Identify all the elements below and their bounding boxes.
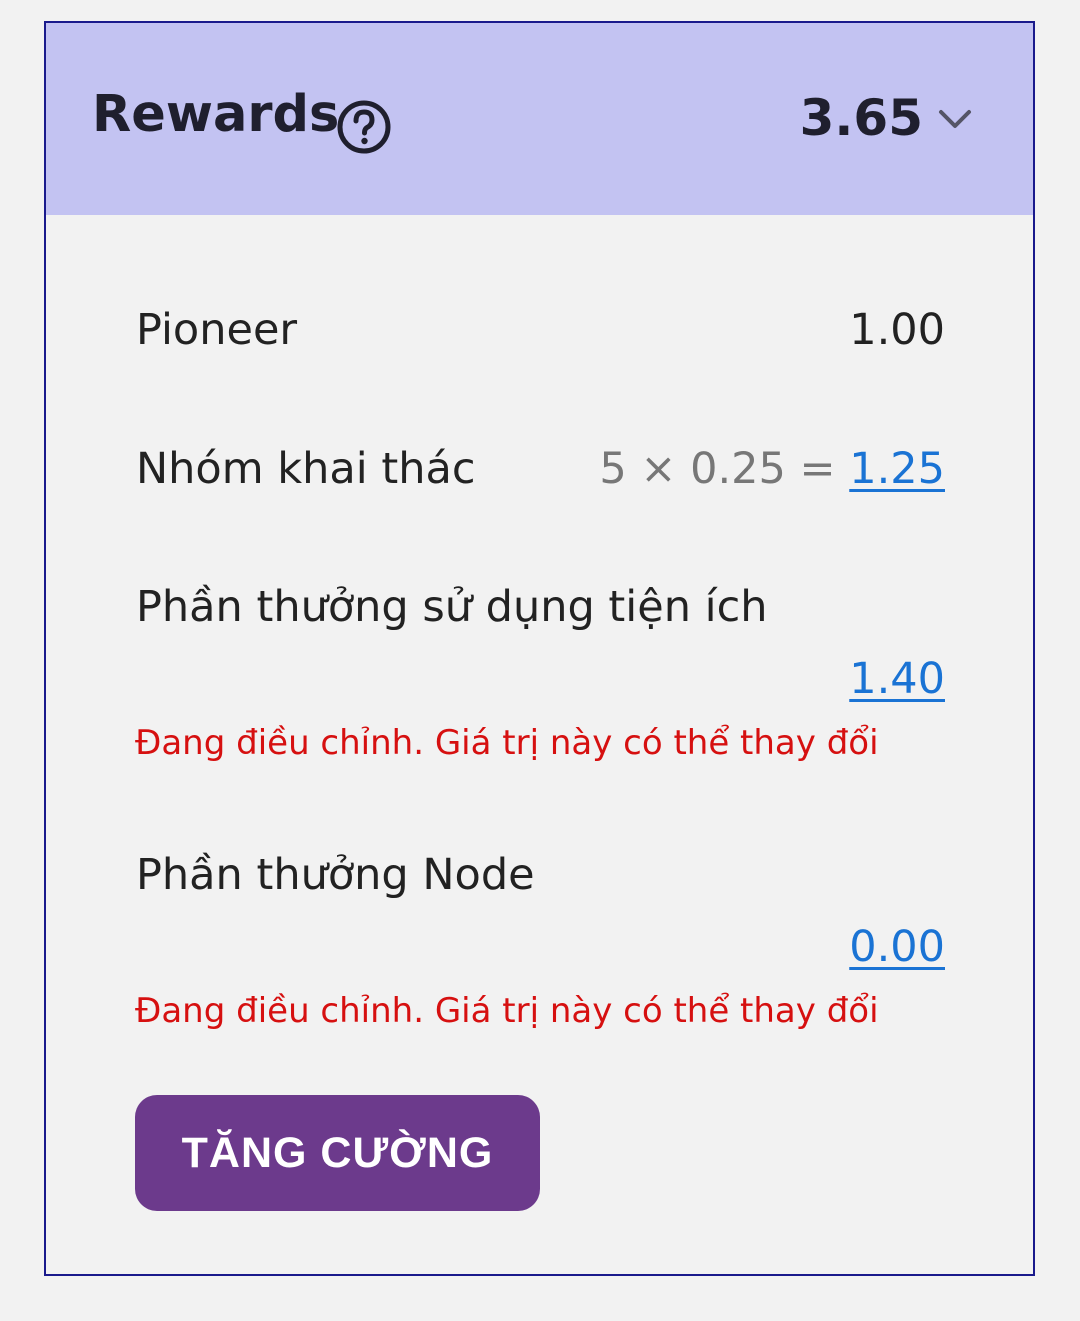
mining-team-value-link[interactable]: 1.25 xyxy=(849,444,945,494)
pioneer-value: 1.00 xyxy=(849,305,945,355)
rewards-total: 3.65 xyxy=(799,89,923,147)
rewards-title: Rewards xyxy=(92,85,340,144)
mining-team-label: Nhóm khai thác xyxy=(136,444,476,494)
node-reward-warning: Đang điều chỉnh. Giá trị này có thể thay… xyxy=(135,991,879,1031)
node-reward-label: Phần thưởng Node xyxy=(136,850,535,900)
utility-reward-value-link[interactable]: 1.40 xyxy=(849,658,945,701)
chevron-down-icon[interactable] xyxy=(937,107,973,131)
pioneer-label: Pioneer xyxy=(136,305,298,355)
rewards-card: Rewards 3.65 Pioneer 1.00 Nhóm khai thác… xyxy=(44,21,1035,1276)
utility-reward-label: Phần thưởng sử dụng tiện ích xyxy=(136,582,768,632)
mining-team-formula: 5 × 0.25 = xyxy=(599,444,836,494)
boost-button[interactable]: TĂNG CƯỜNG xyxy=(135,1095,540,1211)
mining-team-value-group: 5 × 0.25 = 1.25 xyxy=(599,448,945,491)
utility-reward-warning: Đang điều chỉnh. Giá trị này có thể thay… xyxy=(135,723,879,763)
node-reward-value-link[interactable]: 0.00 xyxy=(849,926,945,969)
question-circle-icon[interactable] xyxy=(336,99,392,155)
rewards-header[interactable]: Rewards 3.65 xyxy=(46,23,1033,215)
